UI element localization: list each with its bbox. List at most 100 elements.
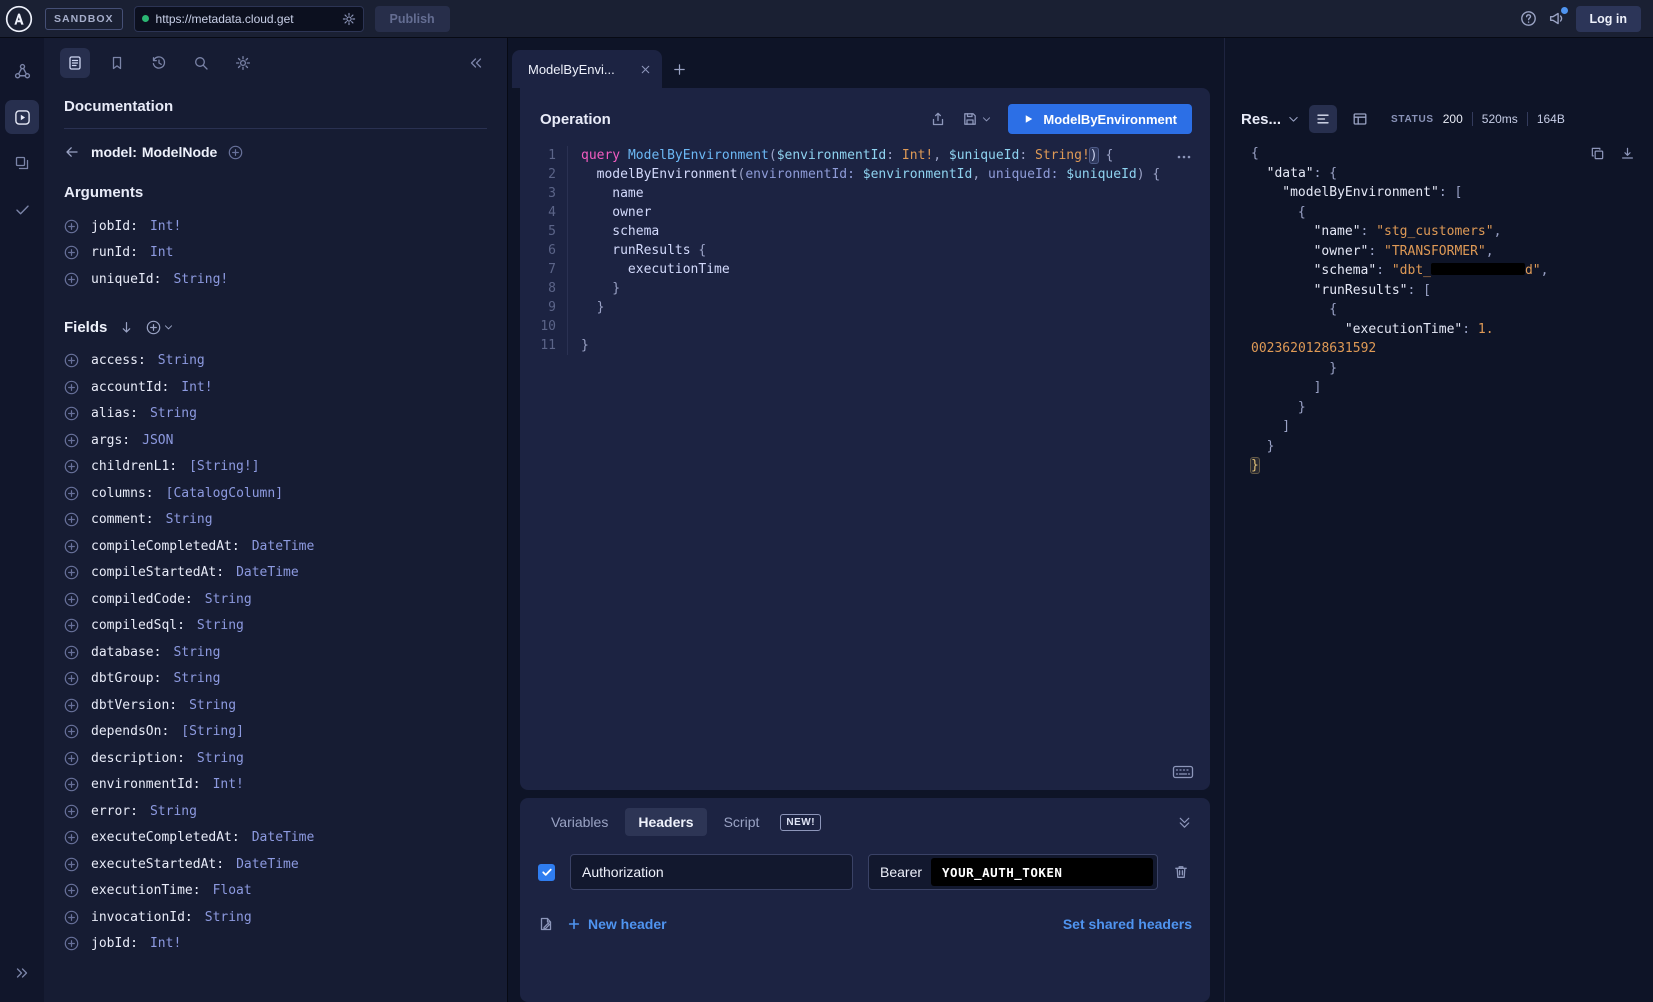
operation-tab[interactable]: ModelByEnvi... (512, 50, 662, 88)
add-to-query-icon[interactable] (64, 804, 79, 819)
field-row[interactable]: compiledSql: String (64, 613, 487, 640)
add-to-query-icon[interactable] (64, 272, 79, 287)
new-tab-icon[interactable] (662, 50, 696, 88)
field-row[interactable]: access: String (64, 348, 487, 375)
copy-response-icon[interactable] (1590, 146, 1605, 161)
rail-checks-icon[interactable] (5, 192, 39, 226)
announcements-icon[interactable] (1548, 10, 1565, 27)
field-row[interactable]: accountId: Int! (64, 374, 487, 401)
query-editor[interactable]: 1query ModelByEnvironment($environmentId… (520, 146, 1210, 790)
field-row[interactable]: error: String (64, 798, 487, 825)
field-row[interactable]: alias: String (64, 401, 487, 428)
field-type[interactable]: String (173, 645, 220, 660)
field-type[interactable]: String (173, 671, 220, 686)
add-to-query-icon[interactable] (64, 406, 79, 421)
collapse-docs-icon[interactable] (461, 48, 491, 78)
header-key-input[interactable] (570, 854, 853, 890)
field-type[interactable]: String (197, 751, 244, 766)
field-type[interactable]: [String] (181, 724, 244, 739)
field-row[interactable]: executionTime: Float (64, 878, 487, 905)
add-to-query-icon[interactable] (64, 698, 79, 713)
tab-variables[interactable]: Variables (538, 808, 621, 836)
add-to-query-icon[interactable] (64, 245, 79, 260)
apollo-logo-icon[interactable] (4, 4, 34, 34)
field-type[interactable]: Int! (150, 219, 181, 234)
header-enabled-checkbox[interactable] (538, 864, 555, 881)
field-row[interactable]: executeStartedAt: DateTime (64, 851, 487, 878)
add-to-query-icon[interactable] (64, 936, 79, 951)
add-to-query-icon[interactable] (64, 751, 79, 766)
search-icon[interactable] (186, 48, 216, 78)
bulk-edit-icon[interactable] (538, 916, 554, 932)
field-type[interactable]: String (197, 618, 244, 633)
field-type[interactable]: [String!] (189, 459, 259, 474)
sort-fields-icon[interactable] (119, 320, 134, 335)
add-to-query-icon[interactable] (64, 777, 79, 792)
field-type[interactable]: DateTime (236, 565, 299, 580)
share-operation-icon[interactable] (930, 111, 946, 127)
add-to-query-icon[interactable] (64, 830, 79, 845)
field-type[interactable]: DateTime (252, 539, 315, 554)
help-icon[interactable] (1520, 10, 1537, 27)
field-row[interactable]: invocationId: String (64, 904, 487, 931)
field-row[interactable]: dependsOn: [String] (64, 719, 487, 746)
table-view-icon[interactable] (1346, 105, 1374, 133)
rail-explorer-icon[interactable] (5, 100, 39, 134)
field-row[interactable]: description: String (64, 745, 487, 772)
add-to-query-icon[interactable] (64, 910, 79, 925)
field-type[interactable]: Int! (181, 380, 212, 395)
add-to-query-icon[interactable] (64, 219, 79, 234)
field-row[interactable]: childrenL1: [String!] (64, 454, 487, 481)
field-type[interactable]: Int! (150, 936, 181, 951)
tab-script[interactable]: Script (711, 808, 773, 836)
add-to-query-icon[interactable] (64, 671, 79, 686)
field-row[interactable]: args: JSON (64, 427, 487, 454)
auth-token-value[interactable]: YOUR_AUTH_TOKEN (931, 858, 1153, 886)
history-icon[interactable] (144, 48, 174, 78)
field-type[interactable]: String (166, 512, 213, 527)
endpoint-input[interactable]: https://metadata.cloud.get (134, 6, 364, 32)
field-type[interactable]: Float (213, 883, 252, 898)
saved-operations-icon[interactable] (102, 48, 132, 78)
field-row[interactable]: compileCompletedAt: DateTime (64, 533, 487, 560)
field-type[interactable]: String (150, 406, 197, 421)
login-button[interactable]: Log in (1576, 6, 1642, 32)
response-selector[interactable]: Res... (1241, 111, 1300, 128)
argument-row[interactable]: jobId: Int! (64, 213, 487, 240)
argument-row[interactable]: runId: Int (64, 240, 487, 267)
add-to-query-icon[interactable] (64, 618, 79, 633)
field-row[interactable]: dbtGroup: String (64, 666, 487, 693)
rail-changelog-icon[interactable] (5, 146, 39, 180)
argument-row[interactable]: uniqueId: String! (64, 266, 487, 293)
field-row[interactable]: compiledCode: String (64, 586, 487, 613)
field-row[interactable]: database: String (64, 639, 487, 666)
collapse-panel-icon[interactable] (1177, 815, 1192, 830)
save-operation-button[interactable] (962, 111, 992, 127)
field-type[interactable]: String (189, 698, 236, 713)
download-response-icon[interactable] (1620, 146, 1635, 161)
add-to-query-icon[interactable] (64, 512, 79, 527)
add-all-fields-button[interactable] (146, 320, 174, 335)
add-to-query-icon[interactable] (64, 486, 79, 501)
field-type[interactable]: String! (173, 272, 228, 287)
add-to-query-icon[interactable] (64, 353, 79, 368)
field-type[interactable]: String (158, 353, 205, 368)
rail-graph-icon[interactable] (5, 54, 39, 88)
add-to-query-icon[interactable] (64, 857, 79, 872)
delete-header-icon[interactable] (1173, 864, 1189, 880)
field-row[interactable]: columns: [CatalogColumn] (64, 480, 487, 507)
header-value-input[interactable]: Bearer YOUR_AUTH_TOKEN (868, 854, 1158, 890)
field-type[interactable]: JSON (142, 433, 173, 448)
new-header-button[interactable]: New header (567, 916, 667, 932)
settings-icon[interactable] (228, 48, 258, 78)
field-type[interactable]: Int (150, 245, 173, 260)
keyboard-shortcuts-icon[interactable] (1172, 764, 1194, 780)
publish-button[interactable]: Publish (375, 6, 450, 32)
add-type-icon[interactable] (228, 145, 243, 160)
documentation-tab-icon[interactable] (60, 48, 90, 78)
expand-rail-icon[interactable] (5, 956, 39, 990)
add-to-query-icon[interactable] (64, 433, 79, 448)
field-type[interactable]: DateTime (236, 857, 299, 872)
run-operation-button[interactable]: ModelByEnvironment (1008, 104, 1192, 134)
field-row[interactable]: compileStartedAt: DateTime (64, 560, 487, 587)
